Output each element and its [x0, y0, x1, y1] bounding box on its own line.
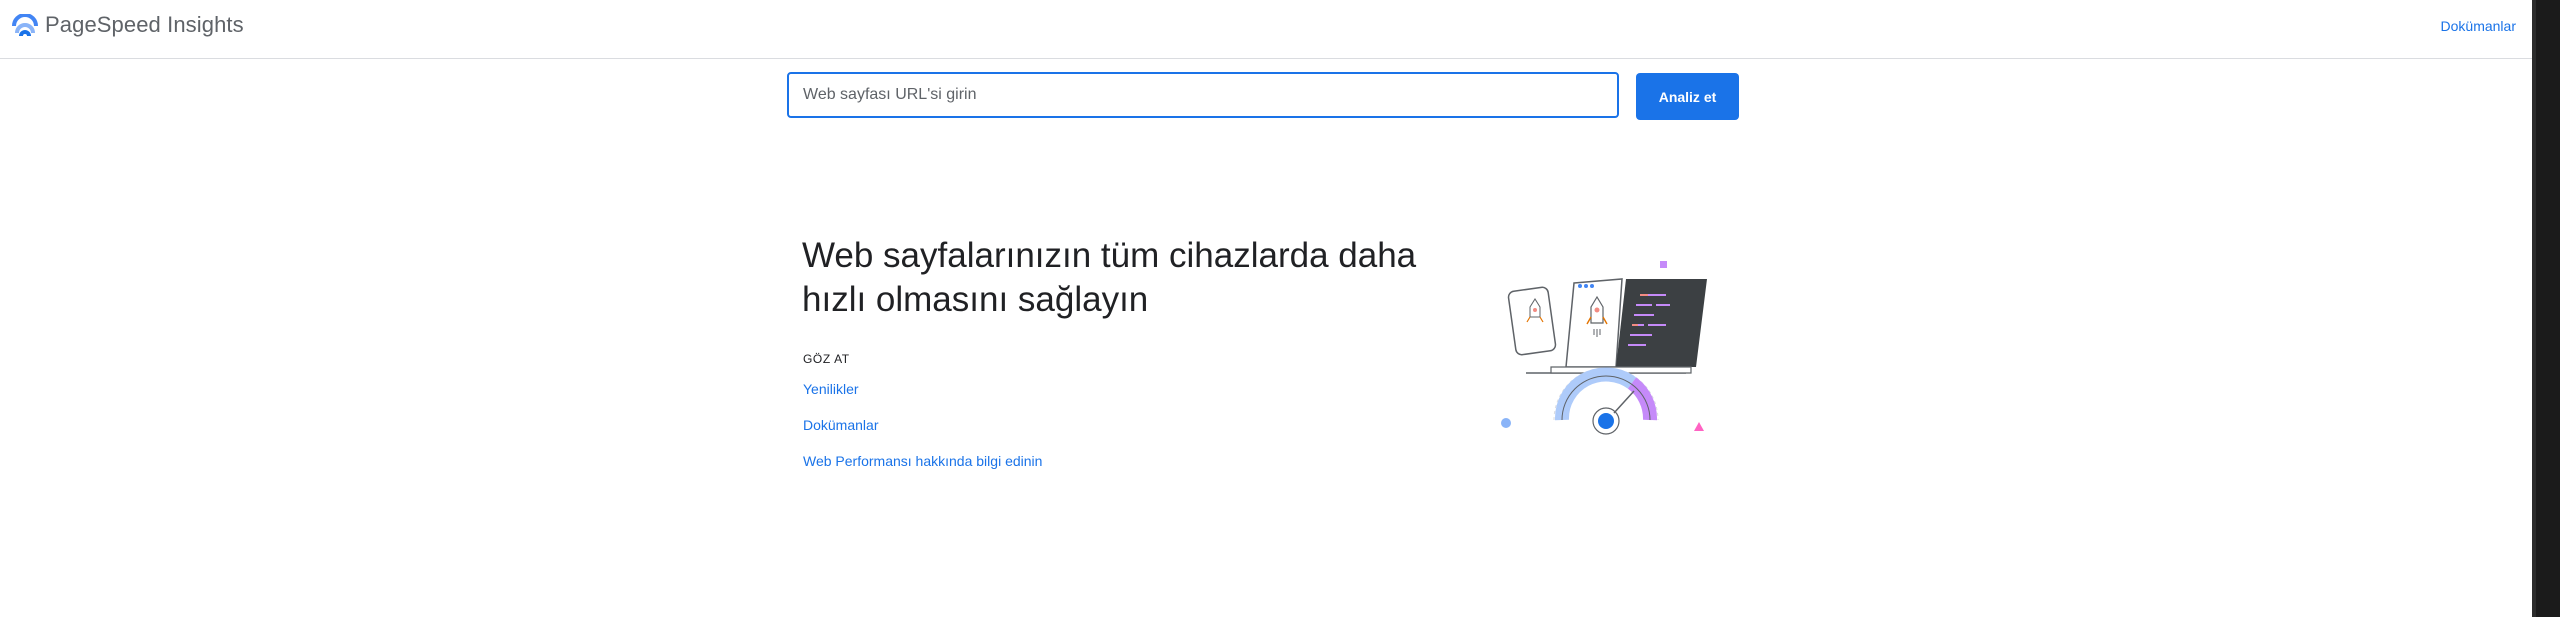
speed-illustration — [1501, 261, 1707, 435]
url-input[interactable] — [787, 72, 1619, 118]
whats-new-link[interactable]: Yenilikler — [803, 381, 859, 397]
pagespeed-gauge-icon[interactable] — [12, 14, 38, 38]
learn-web-performance-link[interactable]: Web Performansı hakkında bilgi edinin — [803, 453, 1042, 469]
page-title: Web sayfalarınızın tüm cihazlarda daha h… — [802, 236, 1417, 319]
window-edge — [2532, 0, 2560, 617]
browse-section-label: GÖZ AT — [803, 352, 850, 366]
brand-title[interactable]: PageSpeed Insights — [45, 12, 244, 38]
analyze-button[interactable]: Analiz et — [1636, 73, 1739, 120]
top-bar: PageSpeed Insights Dokümanlar — [0, 0, 2532, 59]
docs-link[interactable]: Dokümanlar — [2441, 18, 2516, 34]
documentation-link[interactable]: Dokümanlar — [803, 417, 878, 433]
